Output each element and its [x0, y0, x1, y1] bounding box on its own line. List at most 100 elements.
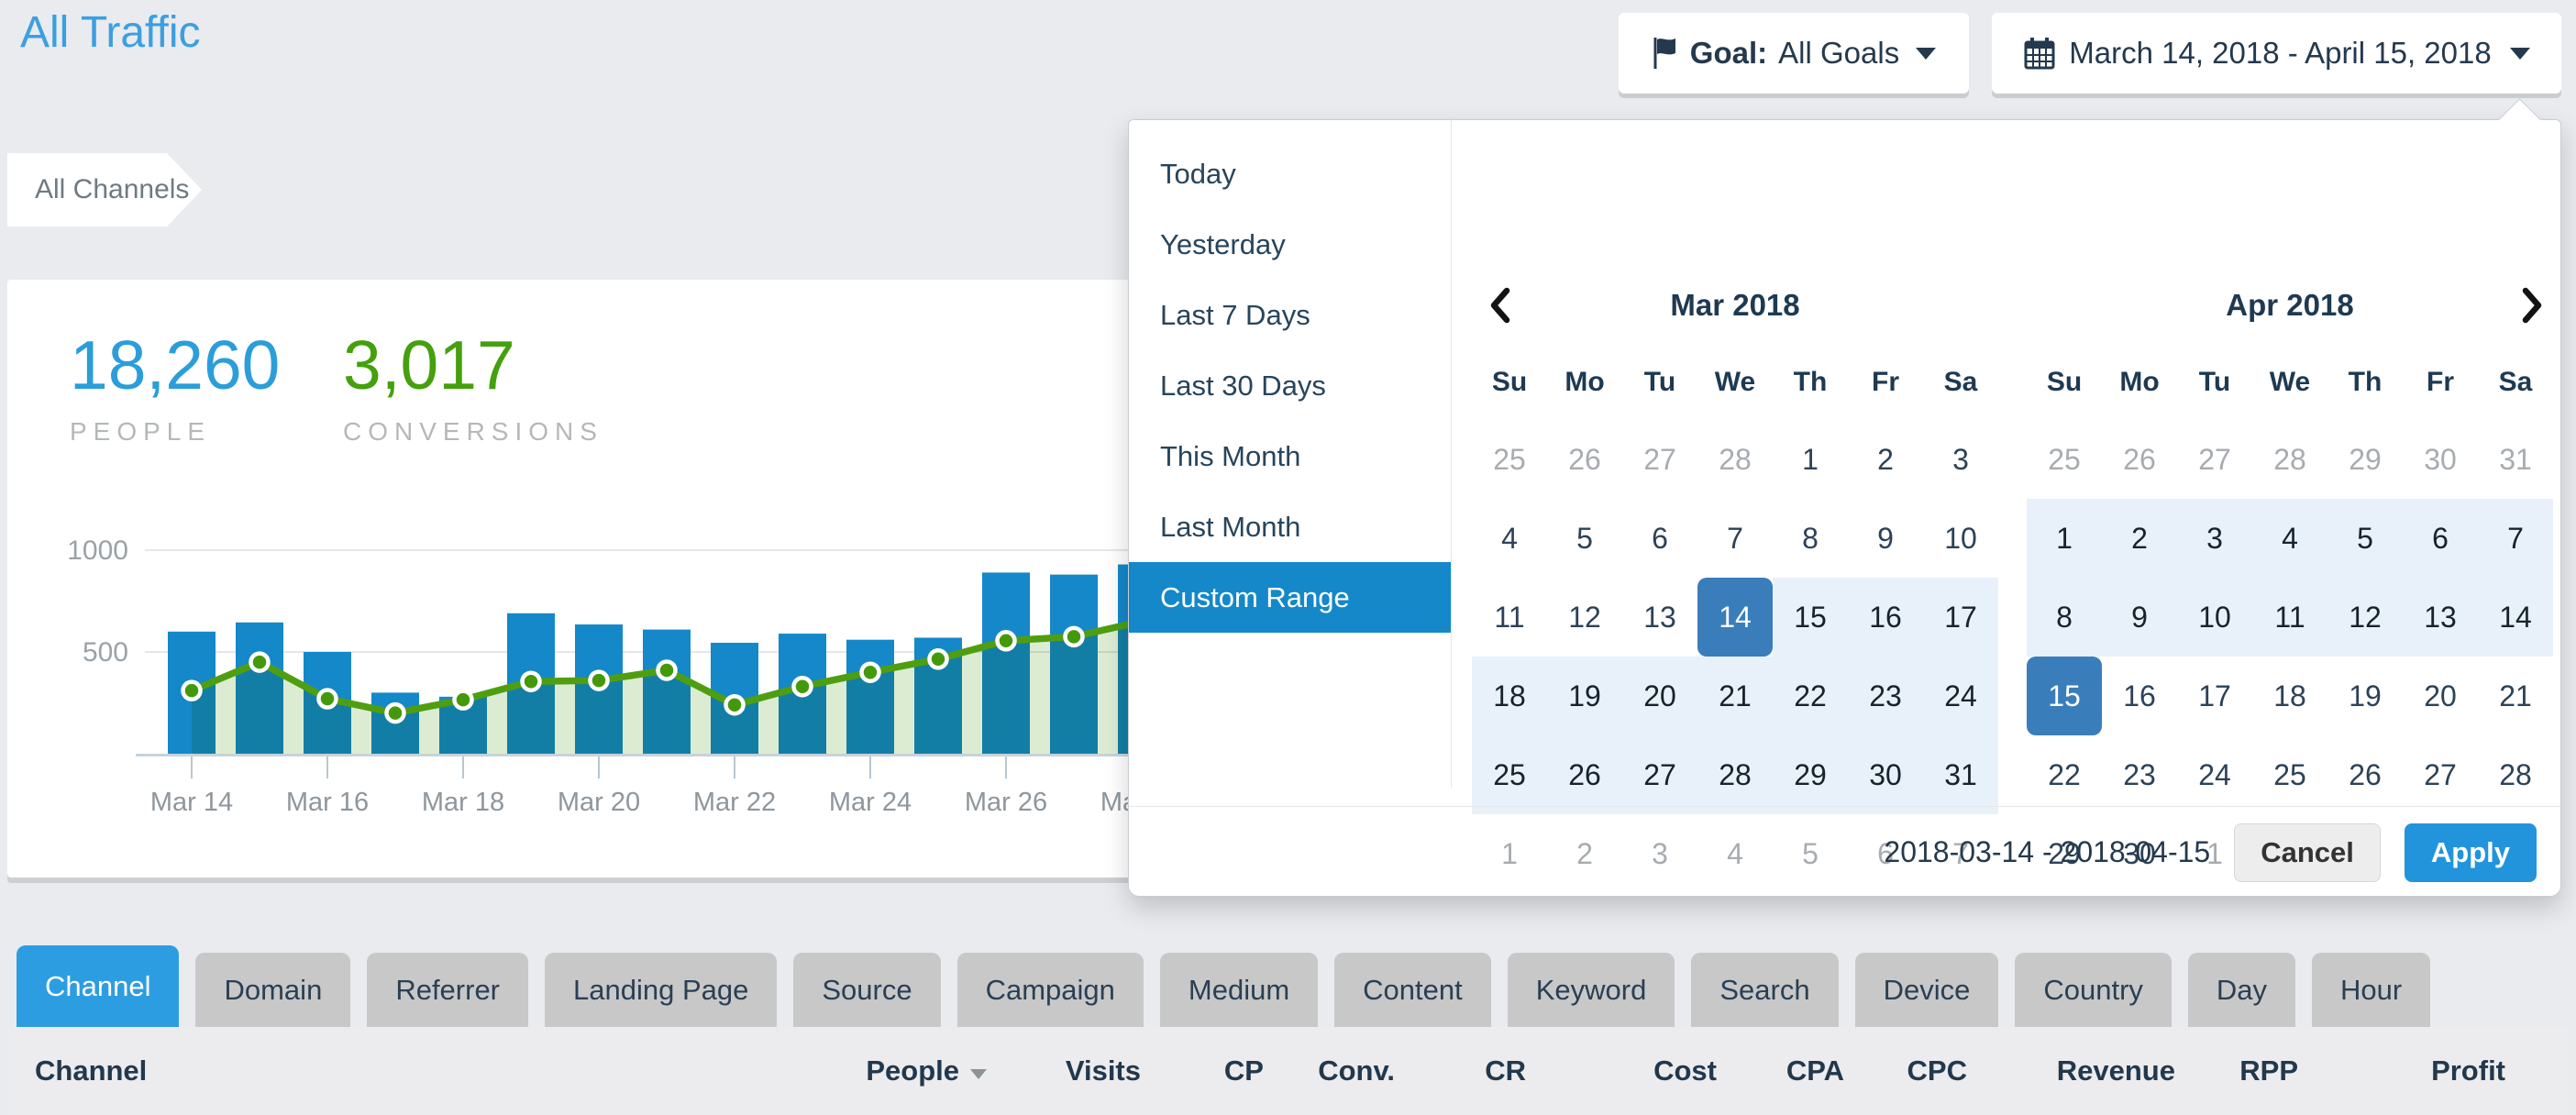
- preset-last-month[interactable]: Last Month: [1129, 491, 1452, 562]
- cancel-button[interactable]: Cancel: [2234, 823, 2381, 882]
- day-cell[interactable]: 12: [2327, 578, 2403, 657]
- day-cell[interactable]: 27: [1622, 735, 1697, 814]
- column-header-conv[interactable]: Conv.: [1318, 1027, 1395, 1115]
- day-cell[interactable]: 1: [1773, 420, 1848, 499]
- day-cell[interactable]: 12: [1547, 578, 1622, 657]
- day-cell[interactable]: 20: [1622, 657, 1697, 735]
- day-cell[interactable]: 14: [2478, 578, 2553, 657]
- day-cell[interactable]: 17: [1923, 578, 1998, 657]
- day-cell[interactable]: 28: [1697, 735, 1773, 814]
- tab-hour[interactable]: Hour: [2312, 953, 2430, 1027]
- day-cell[interactable]: 9: [1848, 499, 1923, 578]
- day-cell[interactable]: 27: [2403, 735, 2478, 814]
- day-cell[interactable]: 18: [2252, 657, 2327, 735]
- day-cell[interactable]: 21: [1697, 657, 1773, 735]
- day-cell[interactable]: 8: [1773, 499, 1848, 578]
- column-header-profit[interactable]: Profit: [2431, 1027, 2505, 1115]
- day-cell[interactable]: 7: [2478, 499, 2553, 578]
- date-range-button[interactable]: March 14, 2018 - April 15, 2018: [1992, 13, 2561, 94]
- day-cell[interactable]: 25: [2252, 735, 2327, 814]
- tab-campaign[interactable]: Campaign: [957, 953, 1144, 1027]
- day-cell[interactable]: 10: [2177, 578, 2252, 657]
- tab-landing-page[interactable]: Landing Page: [545, 953, 777, 1027]
- goal-dropdown-button[interactable]: Goal: All Goals: [1619, 13, 1969, 94]
- day-cell[interactable]: 26: [2102, 420, 2177, 499]
- day-cell[interactable]: 8: [2027, 578, 2102, 657]
- day-cell[interactable]: 18: [1472, 657, 1547, 735]
- column-header-visits[interactable]: Visits: [1066, 1027, 1141, 1115]
- day-cell[interactable]: 30: [2403, 420, 2478, 499]
- day-cell-selected[interactable]: 15: [2027, 657, 2102, 735]
- day-cell[interactable]: 23: [1848, 657, 1923, 735]
- day-cell[interactable]: 13: [1622, 578, 1697, 657]
- day-cell[interactable]: 20: [2403, 657, 2478, 735]
- column-header-cpc[interactable]: CPC: [1907, 1027, 1967, 1115]
- day-cell[interactable]: 19: [1547, 657, 1622, 735]
- column-header-rpp[interactable]: RPP: [2239, 1027, 2298, 1115]
- day-cell[interactable]: 24: [1923, 657, 1998, 735]
- day-cell[interactable]: 25: [1472, 735, 1547, 814]
- preset-custom-range[interactable]: Custom Range: [1129, 562, 1452, 633]
- day-cell[interactable]: 11: [1472, 578, 1547, 657]
- preset-last-7-days[interactable]: Last 7 Days: [1129, 280, 1452, 350]
- day-cell[interactable]: 31: [1923, 735, 1998, 814]
- day-cell[interactable]: 25: [1472, 420, 1547, 499]
- prev-month-button[interactable]: [1485, 285, 1516, 326]
- day-cell[interactable]: 28: [2478, 735, 2553, 814]
- column-header-cp[interactable]: CP: [1224, 1027, 1264, 1115]
- column-header-people[interactable]: People: [866, 1027, 987, 1115]
- day-cell[interactable]: 6: [1622, 499, 1697, 578]
- day-cell[interactable]: 10: [1923, 499, 1998, 578]
- day-cell[interactable]: 30: [1848, 735, 1923, 814]
- day-cell[interactable]: 29: [2327, 420, 2403, 499]
- day-cell[interactable]: 27: [2177, 420, 2252, 499]
- tab-device[interactable]: Device: [1855, 953, 1999, 1027]
- day-cell[interactable]: 17: [2177, 657, 2252, 735]
- tab-medium[interactable]: Medium: [1160, 953, 1318, 1027]
- day-cell[interactable]: 1: [2027, 499, 2102, 578]
- next-month-button[interactable]: [2516, 285, 2548, 326]
- tab-content[interactable]: Content: [1334, 953, 1491, 1027]
- day-cell[interactable]: 2: [2102, 499, 2177, 578]
- day-cell[interactable]: 7: [1697, 499, 1773, 578]
- day-cell[interactable]: 22: [1773, 657, 1848, 735]
- day-cell[interactable]: 13: [2403, 578, 2478, 657]
- tab-domain[interactable]: Domain: [195, 953, 350, 1027]
- day-cell[interactable]: 29: [1773, 735, 1848, 814]
- tab-source[interactable]: Source: [793, 953, 940, 1027]
- column-header-channel[interactable]: Channel: [35, 1027, 147, 1115]
- day-cell[interactable]: 22: [2027, 735, 2102, 814]
- preset-yesterday[interactable]: Yesterday: [1129, 209, 1452, 280]
- preset-this-month[interactable]: This Month: [1129, 421, 1452, 491]
- apply-button[interactable]: Apply: [2405, 823, 2537, 882]
- tab-referrer[interactable]: Referrer: [367, 953, 528, 1027]
- day-cell[interactable]: 26: [1547, 420, 1622, 499]
- day-cell[interactable]: 5: [2327, 499, 2403, 578]
- day-cell[interactable]: 31: [2478, 420, 2553, 499]
- breadcrumb-all-channels[interactable]: All Channels: [7, 153, 202, 226]
- day-cell[interactable]: 4: [2252, 499, 2327, 578]
- day-cell[interactable]: 26: [1547, 735, 1622, 814]
- column-header-revenue[interactable]: Revenue: [2057, 1027, 2175, 1115]
- day-cell[interactable]: 24: [2177, 735, 2252, 814]
- day-cell[interactable]: 28: [2252, 420, 2327, 499]
- day-cell[interactable]: 3: [1923, 420, 1998, 499]
- day-cell[interactable]: 19: [2327, 657, 2403, 735]
- tab-day[interactable]: Day: [2188, 953, 2295, 1027]
- day-cell[interactable]: 5: [1547, 499, 1622, 578]
- day-cell[interactable]: 9: [2102, 578, 2177, 657]
- day-cell[interactable]: 21: [2478, 657, 2553, 735]
- preset-last-30-days[interactable]: Last 30 Days: [1129, 350, 1452, 421]
- tab-keyword[interactable]: Keyword: [1508, 953, 1675, 1027]
- day-cell[interactable]: 23: [2102, 735, 2177, 814]
- day-cell[interactable]: 25: [2027, 420, 2102, 499]
- day-cell[interactable]: 16: [1848, 578, 1923, 657]
- day-cell[interactable]: 28: [1697, 420, 1773, 499]
- tab-channel[interactable]: Channel: [17, 945, 179, 1027]
- day-cell[interactable]: 16: [2102, 657, 2177, 735]
- day-cell[interactable]: 11: [2252, 578, 2327, 657]
- day-cell[interactable]: 4: [1472, 499, 1547, 578]
- column-header-cost[interactable]: Cost: [1653, 1027, 1717, 1115]
- day-cell[interactable]: 6: [2403, 499, 2478, 578]
- column-header-cpa[interactable]: CPA: [1786, 1027, 1844, 1115]
